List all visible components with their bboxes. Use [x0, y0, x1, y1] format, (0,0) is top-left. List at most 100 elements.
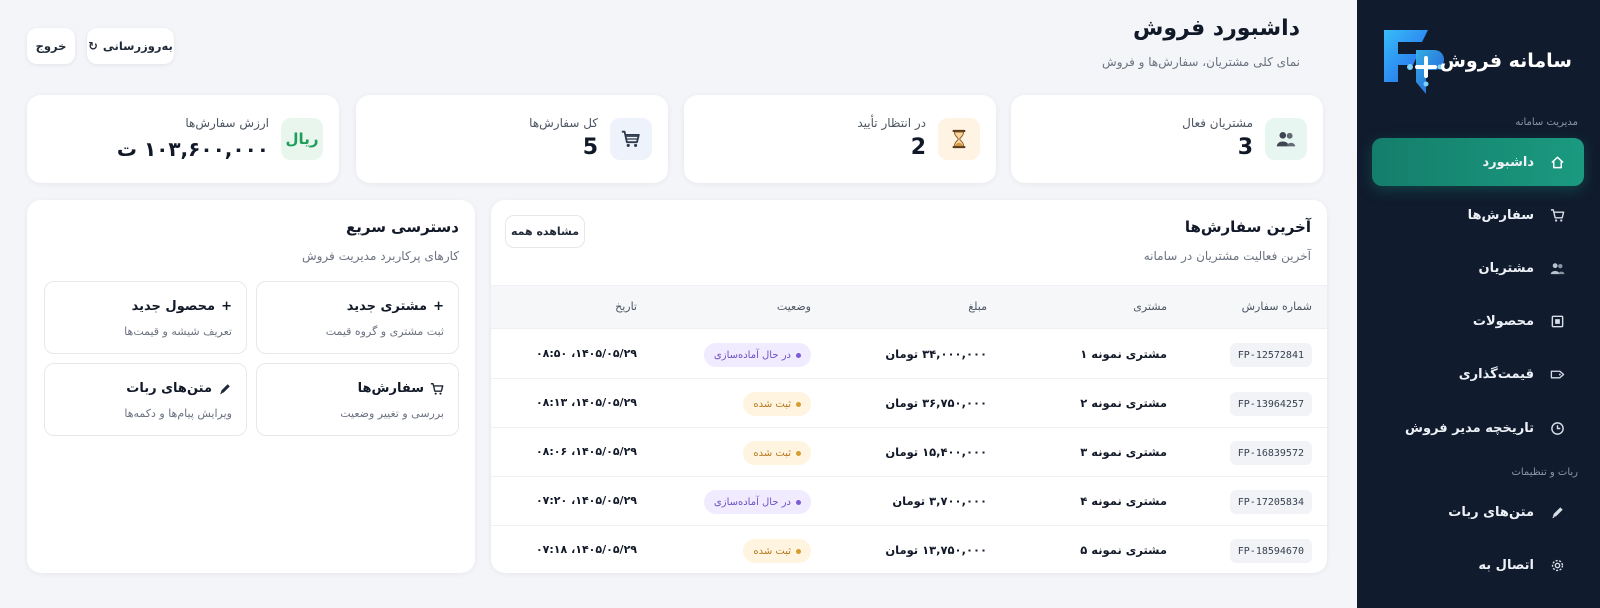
stat-value: 2	[910, 135, 926, 160]
quick-card-label: متن‌های ربات	[126, 381, 212, 396]
status-label: در حال آماده‌سازی	[713, 349, 791, 361]
brand-title: سامانه فروش	[1439, 50, 1572, 72]
order-date: ۱۴۰۵/۰۵/۲۹، ۰۸:۱۳	[535, 396, 637, 409]
sidebar-item-dashboard[interactable]: داشبورد	[1372, 138, 1584, 186]
logout-button[interactable]: خروج	[27, 28, 75, 64]
sidebar-item-label: سفارش‌ها	[1467, 207, 1534, 223]
table-row[interactable]: FP-13964257 مشتری نمونه ۲ ۳۶,۷۵۰,۰۰۰ توم…	[491, 379, 1327, 428]
stat-card-total-orders: کل سفارش‌ها 5	[356, 95, 668, 183]
sidebar-item-history[interactable]: تاریخچه مدیر فروش	[1372, 404, 1584, 452]
order-date: ۱۴۰۵/۰۵/۲۹، ۰۸:۵۰	[535, 347, 637, 360]
sidebar-item-connection[interactable]: اتصال به	[1372, 541, 1584, 589]
recent-orders-panel: آخرین سفارش‌ها آخرین فعالیت مشتریان در س…	[491, 200, 1327, 573]
order-date: ۱۴۰۵/۰۵/۲۹، ۰۸:۰۶	[535, 445, 637, 458]
sidebar-item-label: اتصال به	[1478, 557, 1534, 573]
sidebar-item-label: مشتریان	[1478, 260, 1534, 276]
stat-card-active-customers: مشتریان فعال 3	[1011, 95, 1323, 183]
order-id: FP-12572841	[1229, 343, 1312, 367]
stat-value: ۱۰۳,۶۰۰,۰۰۰ ت	[116, 137, 269, 161]
refresh-button[interactable]: به‌روزرسانی ↻	[87, 28, 174, 64]
stat-label: کل سفارش‌ها	[529, 116, 598, 130]
order-id: FP-17205834	[1229, 490, 1312, 514]
page-subtitle: نمای کلی مشتریان، سفارش‌ها و فروش	[1102, 55, 1300, 69]
users-icon	[1265, 118, 1307, 160]
table-row[interactable]: FP-18594670 مشتری نمونه ۵ ۱۳,۷۵۰,۰۰۰ توم…	[491, 526, 1327, 573]
stat-label: در انتظار تأیید	[857, 116, 926, 130]
section-label-management: مدیریت سامانه	[1515, 117, 1578, 128]
quick-card-new-product[interactable]: + محصول جدید تعریف شیشه و قیمت‌ها	[44, 281, 247, 354]
status-badge: ثبت شده	[743, 392, 811, 416]
table-row[interactable]: FP-16839572 مشتری نمونه ۳ ۱۵,۴۰۰,۰۰۰ توم…	[491, 428, 1327, 477]
status-dot	[796, 352, 801, 358]
quick-card-label: سفارش‌ها	[357, 381, 424, 396]
orders-table-header: شماره سفارش مشتری مبلغ وضعیت تاریخ	[491, 285, 1327, 329]
cart-icon	[430, 382, 444, 396]
order-amount: ۳۴,۰۰۰,۰۰۰ تومان	[885, 347, 987, 361]
rial-icon: ریال	[281, 118, 323, 160]
sidebar-item-label: قیمت‌گذاری	[1458, 366, 1534, 382]
quick-card-description: بررسی و تغییر وضعیت	[340, 407, 444, 420]
stat-card-pending: در انتظار تأیید 2	[684, 95, 996, 183]
status-label: ثبت شده	[753, 398, 791, 410]
sidebar-item-customers[interactable]: مشتریان	[1372, 244, 1584, 292]
brand[interactable]: سامانه فروش	[1357, 14, 1600, 102]
section-label-bot: ربات و تنظیمات	[1511, 467, 1578, 478]
sidebar-item-label: متن‌های ربات	[1448, 504, 1534, 520]
table-row[interactable]: FP-17205834 مشتری نمونه ۴ ۳,۷۰۰,۰۰۰ توما…	[491, 477, 1327, 526]
home-icon	[1548, 153, 1566, 171]
orders-subtitle: آخرین فعالیت مشتریان در سامانه	[1143, 249, 1311, 263]
order-customer: مشتری نمونه ۴	[1080, 494, 1167, 508]
status-badge: در حال آماده‌سازی	[703, 343, 811, 367]
plus-icon: +	[433, 299, 444, 314]
stat-card-order-value: ریال ارزش سفارش‌ها ۱۰۳,۶۰۰,۰۰۰ ت	[27, 95, 339, 183]
stat-value: 3	[1237, 135, 1253, 160]
refresh-label: به‌روزرسانی	[102, 39, 173, 53]
status-badge: ثبت شده	[743, 539, 811, 563]
sidebar-item-bot-texts[interactable]: متن‌های ربات	[1372, 488, 1584, 536]
sidebar-item-label: داشبورد	[1482, 154, 1534, 170]
quick-card-title: + محصول جدید	[132, 299, 232, 314]
status-badge: در حال آماده‌سازی	[703, 490, 811, 514]
quick-card-label: مشتری جدید	[346, 299, 428, 314]
column-header-amount: مبلغ	[968, 300, 987, 313]
quick-card-label: محصول جدید	[131, 299, 216, 314]
quick-card-bot-texts[interactable]: متن‌های ربات ویرایش پیام‌ها و دکمه‌ها	[44, 363, 247, 436]
column-header-date: تاریخ	[615, 300, 637, 313]
order-amount: ۳۶,۷۵۰,۰۰۰ تومان	[885, 396, 987, 410]
status-label: ثبت شده	[753, 447, 791, 459]
order-customer: مشتری نمونه ۲	[1080, 396, 1167, 410]
quick-card-new-customer[interactable]: + مشتری جدید ثبت مشتری و گروه قیمت	[256, 281, 459, 354]
refresh-icon: ↻	[88, 39, 98, 53]
page-title: داشبورد فروش	[1133, 16, 1300, 41]
column-header-customer: مشتری	[1133, 300, 1167, 313]
quick-subtitle: کارهای پرکاربرد مدیریت فروش	[301, 249, 459, 263]
order-amount: ۱۳,۷۵۰,۰۰۰ تومان	[885, 543, 987, 557]
order-id: FP-18594670	[1229, 539, 1312, 563]
column-header-status: وضعیت	[776, 300, 811, 313]
sidebar-item-orders[interactable]: سفارش‌ها	[1372, 191, 1584, 239]
status-dot	[796, 450, 801, 456]
clock-icon	[1548, 419, 1566, 437]
quick-card-orders[interactable]: سفارش‌ها بررسی و تغییر وضعیت	[256, 363, 459, 436]
status-dot	[796, 401, 801, 407]
users-icon	[1548, 259, 1566, 277]
box-icon	[1548, 312, 1566, 330]
stat-value: 5	[582, 135, 598, 160]
quick-access-panel: دسترسی سریع کارهای پرکاربرد مدیریت فروش …	[27, 200, 475, 573]
order-date: ۱۴۰۵/۰۵/۲۹، ۰۷:۲۰	[535, 494, 637, 507]
sidebar-item-label: محصولات	[1472, 313, 1534, 329]
status-label: در حال آماده‌سازی	[713, 496, 791, 508]
logout-label: خروج	[35, 39, 67, 53]
sidebar-item-products[interactable]: محصولات	[1372, 297, 1584, 345]
sidebar-item-pricing[interactable]: قیمت‌گذاری	[1372, 350, 1584, 398]
order-date: ۱۴۰۵/۰۵/۲۹، ۰۷:۱۸	[535, 543, 637, 556]
order-amount: ۱۵,۴۰۰,۰۰۰ تومان	[885, 445, 987, 459]
quick-card-description: تعریف شیشه و قیمت‌ها	[124, 325, 232, 338]
table-row[interactable]: FP-12572841 مشتری نمونه ۱ ۳۴,۰۰۰,۰۰۰ توم…	[491, 330, 1327, 379]
view-all-button[interactable]: مشاهده همه	[505, 215, 585, 248]
stat-label: مشتریان فعال	[1182, 116, 1253, 130]
tag-icon	[1548, 365, 1566, 383]
order-customer: مشتری نمونه ۵	[1080, 543, 1167, 557]
quick-card-title: متن‌های ربات	[126, 381, 232, 396]
plus-icon: +	[221, 299, 232, 314]
